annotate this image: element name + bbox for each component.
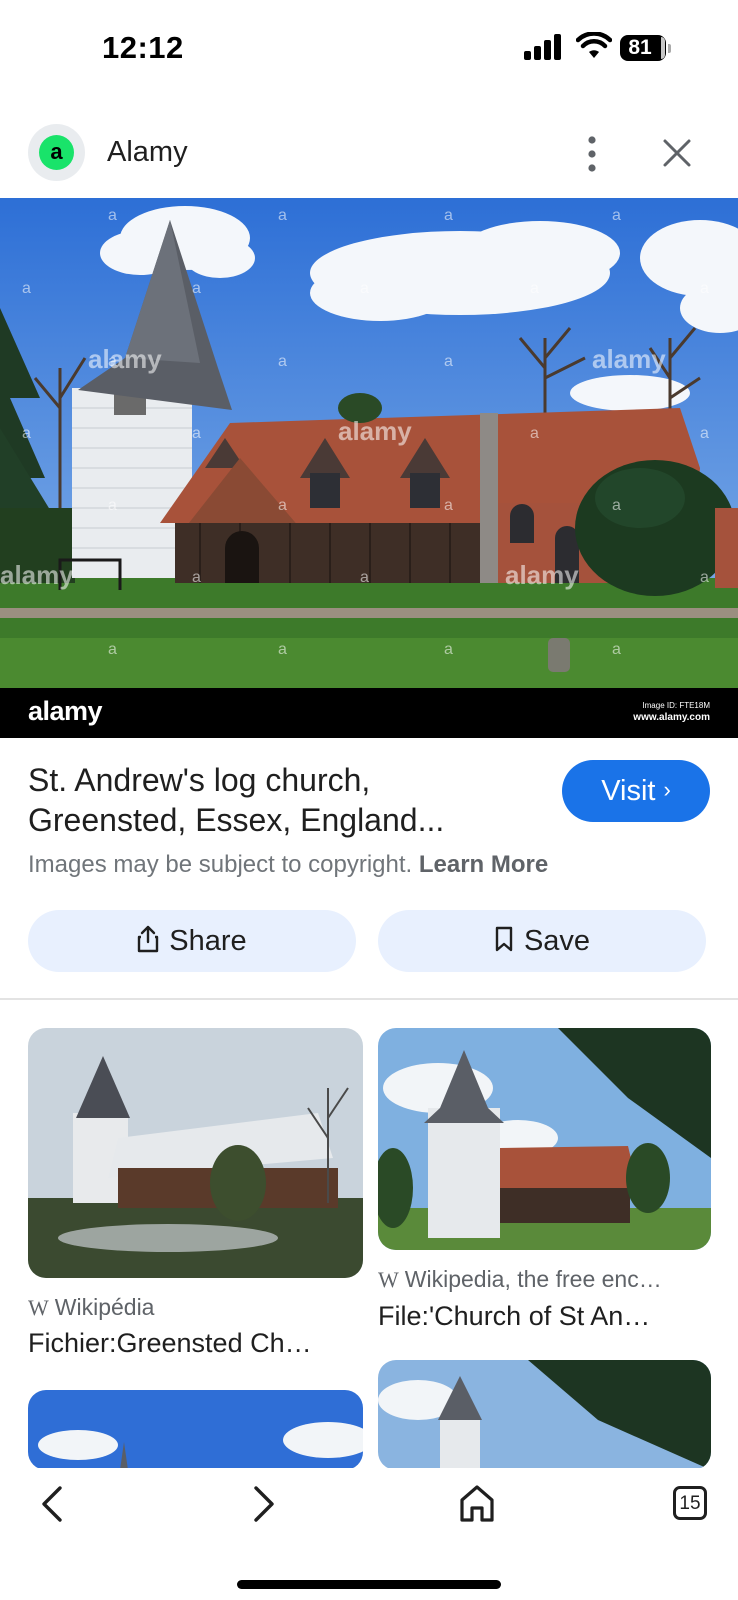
svg-text:a: a xyxy=(278,207,287,224)
battery-icon: 81 xyxy=(620,35,672,61)
cellular-signal-icon xyxy=(524,34,561,60)
sheet-header: a Alamy xyxy=(0,110,738,198)
tabs-button[interactable]: 15 xyxy=(673,1486,707,1520)
svg-text:a: a xyxy=(612,641,621,658)
save-label: Save xyxy=(523,925,591,957)
more-vert-icon[interactable] xyxy=(580,134,604,174)
site-name[interactable]: Alamy xyxy=(107,136,188,169)
save-button[interactable]: Save xyxy=(378,910,706,972)
svg-text:a: a xyxy=(192,425,201,442)
svg-text:a: a xyxy=(360,569,369,586)
back-icon[interactable] xyxy=(34,1482,70,1526)
related-caption-2[interactable]: File:'Church of St An… xyxy=(378,1301,650,1332)
visit-button[interactable]: Visit › xyxy=(562,760,710,822)
related-image-2[interactable] xyxy=(378,1028,711,1250)
svg-text:a: a xyxy=(108,641,117,658)
divider xyxy=(0,998,738,1000)
svg-text:a: a xyxy=(108,353,117,370)
svg-text:a: a xyxy=(444,207,453,224)
svg-text:a: a xyxy=(108,497,117,514)
bottom-nav: 15 xyxy=(0,1468,738,1600)
svg-text:a: a xyxy=(278,497,287,514)
related-source-1-label: Wikipédia xyxy=(54,1294,155,1320)
result-title[interactable]: St. Andrew's log church, Greensted, Esse… xyxy=(28,760,528,840)
share-label: Share xyxy=(169,925,247,957)
bookmark-icon xyxy=(495,927,513,952)
svg-text:alamy: alamy xyxy=(505,560,579,590)
home-indicator[interactable] xyxy=(237,1580,501,1589)
visit-label: Visit xyxy=(601,775,656,807)
battery-level: 81 xyxy=(628,36,652,59)
alamy-url: www.alamy.com xyxy=(633,712,710,723)
svg-text:alamy: alamy xyxy=(88,344,162,374)
site-favicon-letter: a xyxy=(39,135,74,170)
forward-icon[interactable] xyxy=(246,1482,282,1526)
svg-text:a: a xyxy=(530,280,539,297)
status-bar: 12:12 81 xyxy=(0,0,738,100)
svg-text:a: a xyxy=(444,497,453,514)
wikipedia-icon: W xyxy=(28,1295,49,1320)
svg-text:alamy: alamy xyxy=(592,344,666,374)
chevron-right-icon: › xyxy=(663,777,671,802)
svg-text:a: a xyxy=(444,353,453,370)
related-source-2[interactable]: W Wikipedia, the free enc… xyxy=(378,1266,662,1293)
svg-text:a: a xyxy=(612,497,621,514)
share-icon xyxy=(138,926,159,953)
svg-text:a: a xyxy=(444,641,453,658)
svg-text:a: a xyxy=(700,425,709,442)
share-button[interactable]: Share xyxy=(28,910,356,972)
svg-text:a: a xyxy=(360,280,369,297)
wifi-icon xyxy=(576,32,612,58)
home-icon[interactable] xyxy=(458,1482,496,1524)
svg-text:a: a xyxy=(22,425,31,442)
svg-text:a: a xyxy=(612,207,621,224)
svg-text:a: a xyxy=(278,353,287,370)
related-caption-1[interactable]: Fichier:Greensted Ch… xyxy=(28,1328,312,1359)
related-source-1[interactable]: W Wikipédia xyxy=(28,1294,154,1321)
svg-text:a: a xyxy=(278,641,287,658)
alamy-logo: alamy xyxy=(28,696,103,726)
alamy-footer-bar: alamy Image ID: FTE18M www.alamy.com xyxy=(0,688,738,738)
svg-text:a: a xyxy=(700,569,709,586)
svg-text:a: a xyxy=(700,280,709,297)
image-id: Image ID: FTE18M www.alamy.com xyxy=(633,700,710,724)
svg-text:a: a xyxy=(192,569,201,586)
related-source-2-label: Wikipedia, the free enc… xyxy=(404,1266,662,1292)
hero-image[interactable]: alamy alamy alamy alamy alamy aaaa aaaaa aa… xyxy=(0,198,738,738)
learn-more-link[interactable]: Learn More xyxy=(419,851,548,878)
related-image-3[interactable] xyxy=(28,1390,363,1470)
related-image-1[interactable] xyxy=(28,1028,363,1278)
svg-text:a: a xyxy=(108,207,117,224)
svg-text:a: a xyxy=(530,425,539,442)
related-image-4[interactable] xyxy=(378,1360,711,1470)
site-favicon[interactable]: a xyxy=(28,124,85,181)
svg-text:a: a xyxy=(192,280,201,297)
image-id-text: Image ID: FTE18M xyxy=(642,701,710,710)
svg-text:alamy: alamy xyxy=(0,560,74,590)
copyright-text: Images may be subject to copyright. xyxy=(28,851,413,878)
wikipedia-icon: W xyxy=(378,1267,399,1292)
close-icon[interactable] xyxy=(662,138,692,168)
svg-text:alamy: alamy xyxy=(338,416,412,446)
copyright-notice: Images may be subject to copyright. Lear… xyxy=(28,851,548,879)
svg-text:a: a xyxy=(22,280,31,297)
status-time: 12:12 xyxy=(102,30,184,65)
